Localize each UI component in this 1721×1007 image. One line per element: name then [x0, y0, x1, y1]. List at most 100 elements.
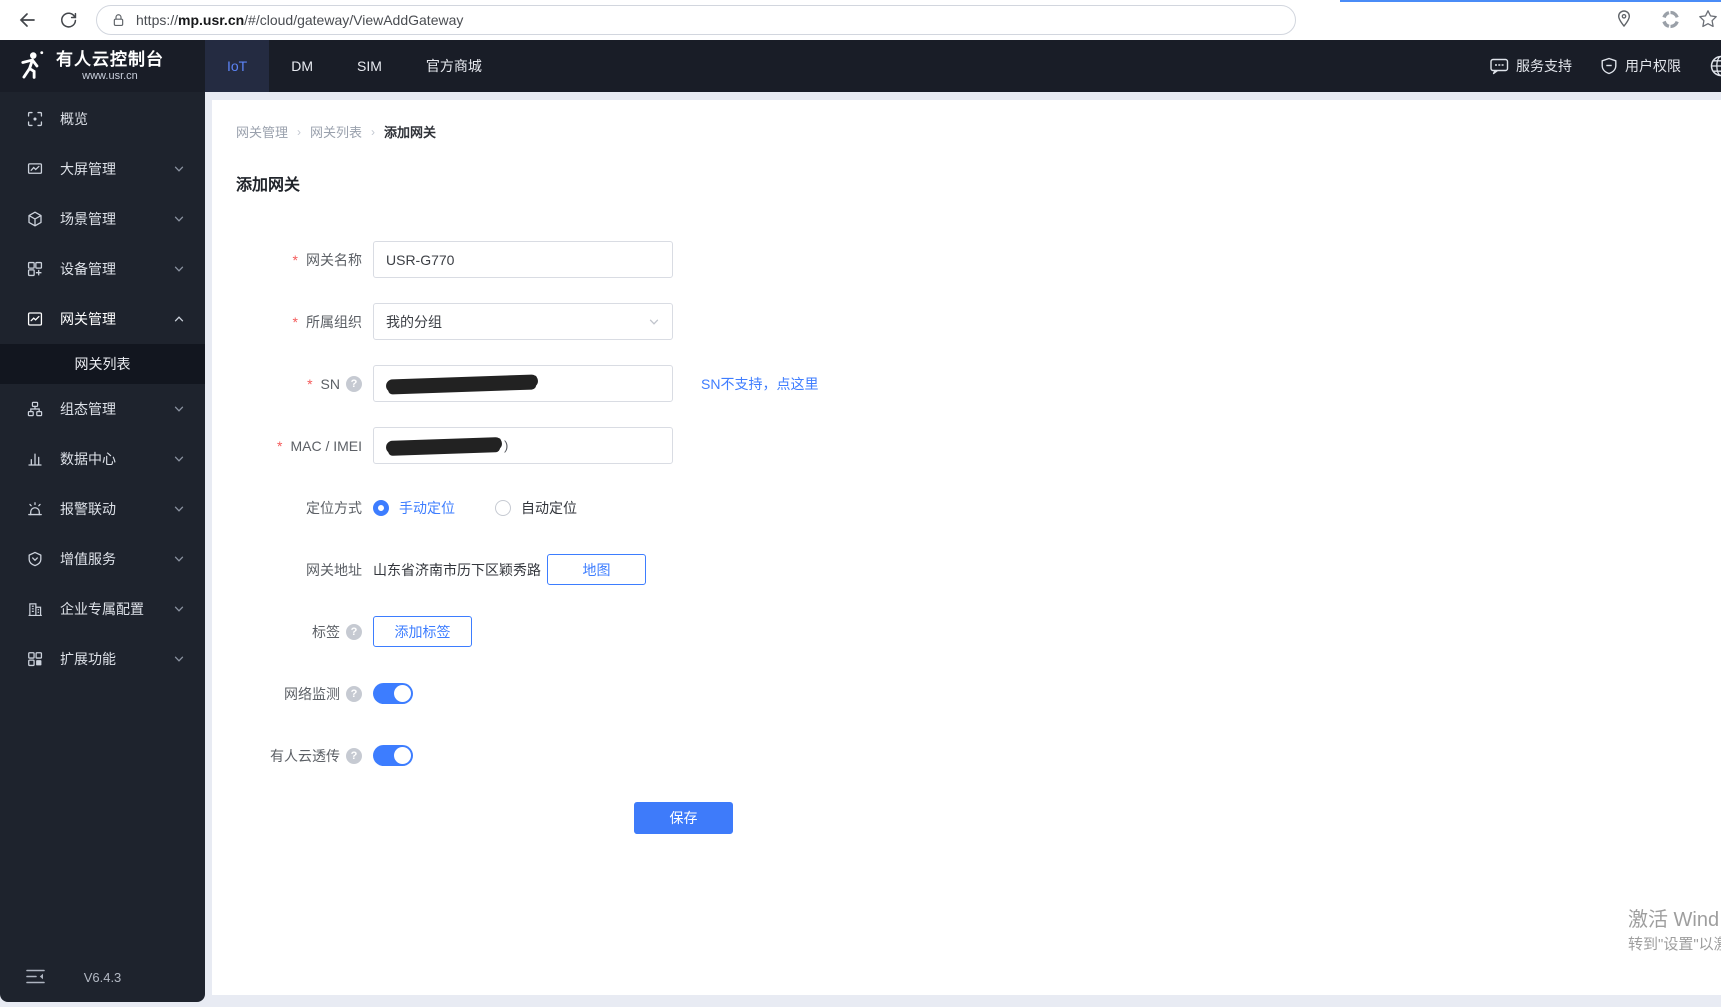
hmi-config-icon	[26, 400, 44, 418]
sn-input[interactable]	[373, 365, 673, 402]
sidebar-item-scene[interactable]: 场景管理	[0, 194, 205, 244]
big-screen-icon	[26, 160, 44, 178]
sidebar-item-enterprise-config[interactable]: 企业专属配置	[0, 584, 205, 634]
top-navbar: 有人云控制台 www.usr.cn IoT DM SIM 官方商城 服务支持 用…	[0, 40, 1721, 92]
chevron-up-icon	[173, 313, 185, 325]
user-permissions[interactable]: 用户权限	[1600, 56, 1681, 76]
sidebar-item-overview[interactable]: 概览	[0, 94, 205, 144]
sidebar-item-device[interactable]: 设备管理	[0, 244, 205, 294]
breadcrumb-gateway-mgmt[interactable]: 网关管理	[236, 122, 288, 141]
tags-help-icon[interactable]: ?	[346, 623, 362, 640]
tab-official-mall[interactable]: 官方商城	[404, 40, 504, 92]
windows-activation-watermark: 激活 Wind 转到"设置"以激	[1628, 909, 1721, 953]
breadcrumb: 网关管理 › 网关列表 › 添加网关	[236, 122, 1697, 141]
language-globe[interactable]	[1709, 54, 1721, 78]
tags-label: 标签	[312, 623, 340, 640]
product-tabs: IoT DM SIM 官方商城	[205, 40, 504, 92]
required-mark: *	[307, 375, 313, 392]
sidebar-item-data-center[interactable]: 数据中心	[0, 434, 205, 484]
address-bar[interactable]: https://mp.usr.cn/#/cloud/gateway/ViewAd…	[96, 5, 1296, 35]
chevron-down-icon	[173, 553, 185, 565]
favorite-star-icon[interactable]	[1698, 9, 1720, 31]
map-button[interactable]: 地图	[547, 554, 646, 585]
organization-select[interactable]: 我的分组	[373, 303, 673, 340]
data-center-icon	[26, 450, 44, 468]
chevron-down-icon	[173, 603, 185, 615]
radio-unselected-icon	[495, 499, 511, 516]
cloud-passthrough-row: 有人云透传 ?	[236, 737, 1697, 774]
cloud-passthrough-toggle[interactable]	[373, 745, 413, 766]
breadcrumb-gateway-list[interactable]: 网关列表	[310, 122, 362, 141]
required-mark: *	[292, 251, 298, 268]
url-text: https://mp.usr.cn/#/cloud/gateway/ViewAd…	[136, 12, 464, 28]
window-accent-line	[1340, 0, 1721, 2]
tags-row: 标签 ? 添加标签	[236, 613, 1697, 650]
app-version: V6.4.3	[83, 970, 122, 985]
network-monitor-help-icon[interactable]: ?	[346, 685, 362, 702]
gateway-name-label: 网关名称	[306, 251, 362, 268]
radio-auto-positioning[interactable]: 自动定位	[495, 498, 577, 518]
usr-person-logo-icon	[14, 48, 48, 84]
page-title: 添加网关	[236, 177, 301, 194]
network-monitor-label: 网络监测	[284, 685, 340, 702]
save-button[interactable]: 保存	[634, 801, 733, 834]
breadcrumb-separator: ›	[297, 124, 302, 139]
sidebar-item-gateway[interactable]: 网关管理	[0, 294, 205, 344]
required-mark: *	[276, 437, 283, 454]
organization-row: * 所属组织 我的分组	[236, 303, 1697, 340]
app-title: 有人云控制台	[56, 49, 164, 69]
gateway-name-row: * 网关名称 USR-G770	[236, 241, 1697, 278]
mac-imei-input[interactable]: )	[373, 427, 673, 464]
sn-row: * SN ? SN不支持，点这里	[236, 365, 1697, 402]
chevron-down-icon	[173, 453, 185, 465]
positioning-label: 定位方式	[306, 499, 362, 516]
gateway-name-input[interactable]: USR-G770	[373, 241, 673, 278]
gateway-address-row: 网关地址 山东省济南市历下区颖秀路 地图	[236, 551, 1697, 588]
network-monitor-toggle[interactable]	[373, 683, 413, 704]
lock-icon	[111, 12, 126, 28]
sn-help-icon[interactable]: ?	[346, 375, 362, 392]
location-pin-icon[interactable]	[1614, 9, 1636, 31]
chevron-down-icon	[173, 653, 185, 665]
radio-manual-positioning[interactable]: 手动定位	[373, 498, 455, 518]
tab-dm[interactable]: DM	[269, 40, 335, 92]
enterprise-icon	[26, 600, 44, 618]
browser-back-button[interactable]	[14, 8, 38, 32]
sn-not-supported-link[interactable]: SN不支持，点这里	[701, 374, 818, 394]
mac-imei-label: MAC / IMEI	[290, 437, 362, 454]
breadcrumb-separator: ›	[371, 124, 376, 139]
device-icon	[26, 260, 44, 278]
sidebar-item-alarm[interactable]: 报警联动	[0, 484, 205, 534]
add-gateway-form: * 网关名称 USR-G770 * 所属组织 我的分组 * SN ? SN不支持，点…	[236, 241, 1697, 836]
positioning-row: 定位方式 手动定位 自动定位	[236, 489, 1697, 526]
sn-label: SN	[320, 375, 340, 392]
sidebar-item-big-screen[interactable]: 大屏管理	[0, 144, 205, 194]
scene-icon	[26, 210, 44, 228]
sidebar-item-extend[interactable]: 扩展功能	[0, 634, 205, 684]
network-monitor-row: 网络监测 ?	[236, 675, 1697, 712]
chevron-down-icon	[173, 163, 185, 175]
alarm-icon	[26, 500, 44, 518]
redacted-mac-value	[385, 436, 503, 455]
globe-icon	[1709, 54, 1721, 78]
redacted-sn-value	[385, 374, 539, 393]
browser-reload-button[interactable]	[56, 8, 80, 32]
radio-selected-icon	[373, 499, 389, 516]
logo[interactable]: 有人云控制台 www.usr.cn	[0, 40, 205, 92]
tab-iot[interactable]: IoT	[205, 40, 270, 92]
add-tag-button[interactable]: 添加标签	[373, 616, 472, 647]
chevron-down-icon	[648, 316, 660, 328]
sidebar-subitem-gateway-list[interactable]: 网关列表	[0, 344, 205, 384]
sidebar-item-hmi-config[interactable]: 组态管理	[0, 384, 205, 434]
tab-sim[interactable]: SIM	[335, 40, 404, 92]
organization-label: 所属组织	[306, 313, 362, 330]
gateway-icon	[26, 310, 44, 328]
sidebar-item-value-added[interactable]: 增值服务	[0, 534, 205, 584]
toggle-knob	[394, 747, 411, 764]
cloud-passthrough-help-icon[interactable]: ?	[346, 747, 362, 764]
required-mark: *	[292, 313, 298, 330]
toggle-knob	[394, 685, 411, 702]
extension-pinwheel-icon[interactable]	[1660, 9, 1682, 31]
cloud-passthrough-label: 有人云透传	[270, 747, 340, 764]
service-support[interactable]: 服务支持	[1490, 56, 1572, 76]
